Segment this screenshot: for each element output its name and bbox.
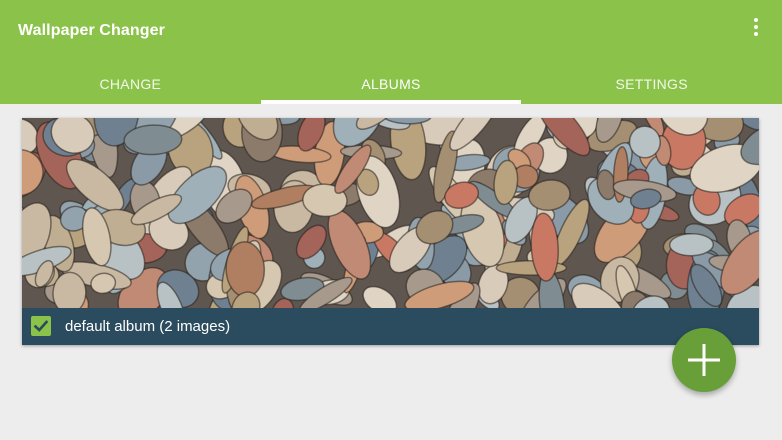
tab-change-label: CHANGE [99, 76, 162, 92]
tab-albums-label: ALBUMS [361, 76, 421, 92]
tab-change[interactable]: CHANGE [0, 64, 261, 104]
album-title: default album (2 images) [65, 318, 231, 335]
pebble [668, 232, 715, 257]
add-icon [688, 344, 720, 376]
more-vert-icon[interactable] [745, 14, 767, 40]
pebbles-photo [22, 118, 759, 308]
album-checkbox[interactable] [31, 316, 51, 336]
tab-settings-label: SETTINGS [615, 76, 688, 92]
tab-albums[interactable]: ALBUMS [260, 64, 522, 104]
app-title: Wallpaper Changer [18, 22, 165, 39]
tab-selected-indicator [260, 100, 522, 104]
album-card[interactable]: default album (2 images) [22, 118, 759, 345]
add-album-button[interactable] [672, 328, 736, 392]
check-icon [33, 320, 49, 332]
album-footer: default album (2 images) [22, 308, 759, 345]
album-cover-image[interactable] [22, 118, 759, 308]
tab-settings[interactable]: SETTINGS [521, 64, 782, 104]
tab-bar: CHANGE ALBUMS SETTINGS [0, 64, 782, 104]
app-bar: Wallpaper Changer CHANGE ALBUMS SETTINGS [0, 0, 782, 104]
